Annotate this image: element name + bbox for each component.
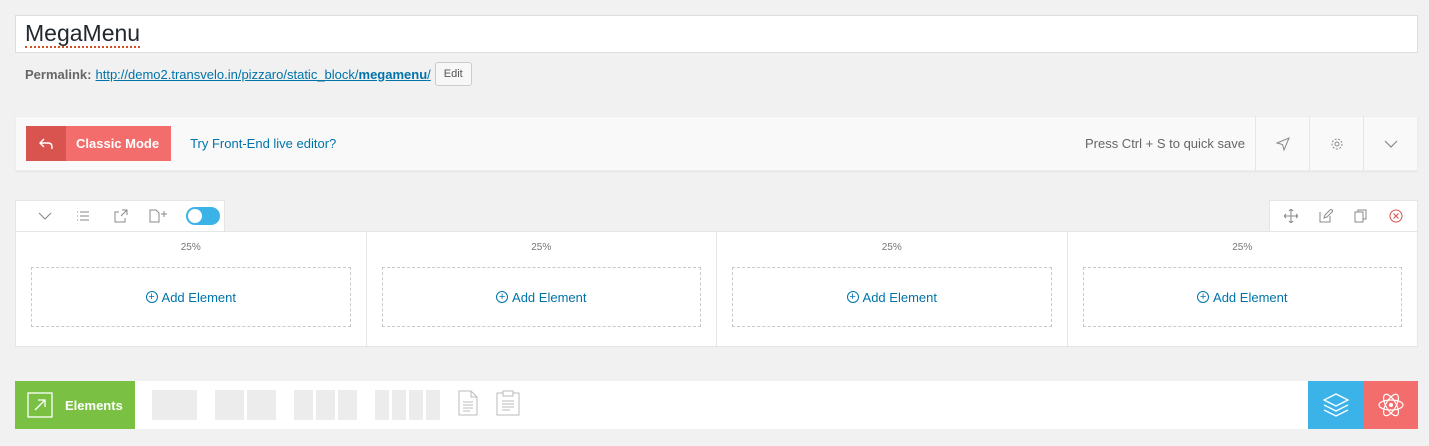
row-layouts: [152, 390, 520, 421]
add-document-icon[interactable]: [140, 201, 178, 232]
add-element-button[interactable]: + Add Element: [31, 267, 351, 327]
composer-row: 25% + Add Element 25% + Add Element 25% + A…: [15, 200, 1418, 347]
add-element-button[interactable]: + Add Element: [732, 267, 1052, 327]
permalink-suffix: /: [427, 66, 431, 82]
column-width-label: 25%: [1232, 242, 1253, 253]
layout-1-column[interactable]: [152, 390, 197, 420]
layout-4-columns[interactable]: [375, 390, 440, 420]
layers-icon: [1322, 393, 1349, 417]
add-element-label: Add Element: [1213, 289, 1288, 305]
column: 25% + Add Element: [367, 232, 717, 346]
send-icon[interactable]: [1255, 116, 1309, 171]
add-element-label: Add Element: [161, 289, 236, 305]
clone-icon[interactable]: [1346, 201, 1376, 232]
frontend-editor-link[interactable]: Try Front-End live editor?: [190, 136, 336, 151]
permalink-prefix: http://demo2.transvelo.in/pizzaro/static…: [95, 66, 359, 82]
layers-button[interactable]: [1308, 381, 1363, 429]
plus-circle-icon: +: [1197, 291, 1210, 303]
plus-circle-icon: +: [496, 291, 509, 303]
delete-icon[interactable]: [1381, 201, 1411, 232]
column-width-label: 25%: [531, 242, 552, 253]
classic-mode-button[interactable]: Classic Mode: [26, 126, 172, 161]
back-arrow-icon: [26, 126, 66, 161]
row-controls-left: [15, 200, 225, 231]
post-title-text: MegaMenu: [25, 20, 141, 48]
add-element-button[interactable]: + Add Element: [1082, 267, 1402, 327]
chevron-down-icon[interactable]: [1363, 116, 1417, 171]
paste-icon[interactable]: [496, 390, 520, 421]
chevron-down-icon[interactable]: [26, 201, 64, 232]
text-block-icon[interactable]: [458, 390, 478, 421]
elements-button[interactable]: Elements: [15, 381, 135, 429]
post-title-input[interactable]: MegaMenu: [15, 15, 1418, 53]
column: 25% + Add Element: [16, 232, 367, 346]
column: 25% + Add Element: [717, 232, 1068, 346]
share-icon[interactable]: [102, 201, 140, 232]
plus-circle-icon: +: [846, 291, 859, 303]
gear-icon[interactable]: [1309, 116, 1363, 171]
elements-label: Elements: [65, 397, 123, 413]
column-width-label: 25%: [180, 242, 201, 253]
row-controls-right: [1269, 200, 1418, 231]
composer-toolbar: Classic Mode Try Front-End live editor? …: [15, 116, 1418, 171]
row-body: 25% + Add Element 25% + Add Element 25% + A…: [15, 231, 1418, 347]
layout-3-columns[interactable]: [294, 390, 357, 420]
permalink-edit-button[interactable]: Edit: [434, 62, 472, 86]
atom-button[interactable]: [1363, 381, 1418, 429]
add-element-icon: [15, 392, 65, 418]
permalink-bar: Permalink: http://demo2.transvelo.in/piz…: [25, 62, 472, 86]
list-icon[interactable]: [64, 201, 102, 232]
add-element-button[interactable]: + Add Element: [381, 267, 701, 327]
add-element-label: Add Element: [512, 289, 587, 305]
add-element-label: Add Element: [862, 289, 937, 305]
move-icon[interactable]: [1276, 201, 1306, 232]
layout-2-columns[interactable]: [215, 390, 276, 420]
permalink-slug: megamenu: [358, 66, 428, 82]
classic-mode-label: Classic Mode: [76, 136, 160, 151]
edit-icon[interactable]: [1311, 201, 1341, 232]
row-toggle-switch[interactable]: [186, 207, 220, 225]
bottom-add-bar: Elements: [15, 381, 1418, 429]
plus-circle-icon: +: [145, 291, 158, 303]
permalink-label: Permalink:: [25, 66, 92, 82]
atom-icon: [1377, 393, 1404, 417]
column-width-label: 25%: [881, 242, 902, 253]
column: 25% + Add Element: [1068, 232, 1418, 346]
permalink-link[interactable]: http://demo2.transvelo.in/pizzaro/static…: [95, 67, 430, 82]
quick-save-hint: Press Ctrl + S to quick save: [1084, 136, 1245, 151]
